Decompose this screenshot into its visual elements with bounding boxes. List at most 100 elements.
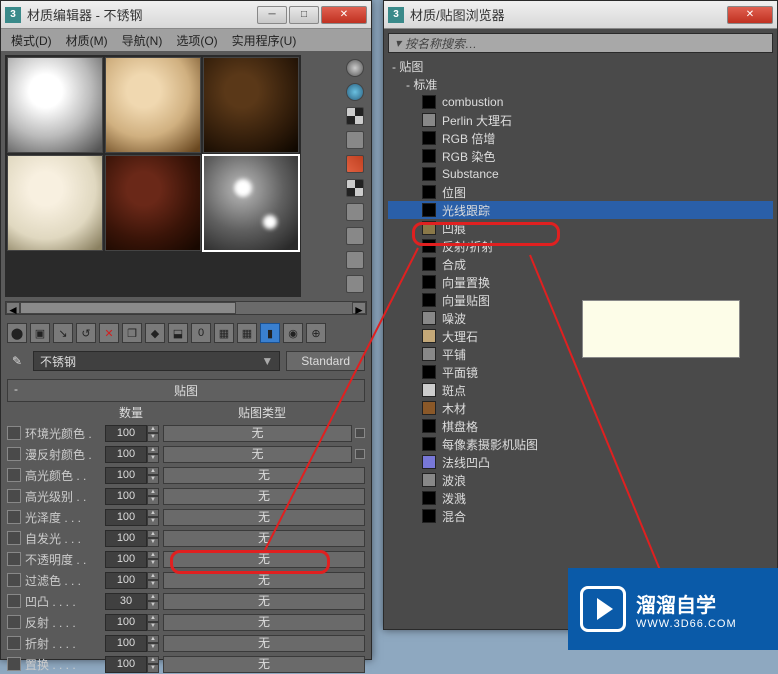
spinner[interactable]: ▲▼ [147,614,159,631]
map-amount-input[interactable]: 100 [105,635,147,652]
sample-cylinder-icon[interactable] [346,83,364,101]
spinner[interactable]: ▲▼ [147,656,159,673]
map-checkbox[interactable] [7,552,21,566]
tree-item[interactable]: 棋盘格 [388,417,773,435]
map-slot-button[interactable]: 无 [163,635,365,652]
map-amount-input[interactable]: 100 [105,425,147,442]
tree-standard[interactable]: - 标准 [388,75,773,93]
spinner[interactable]: ▲▼ [147,488,159,505]
map-amount-input[interactable]: 100 [105,509,147,526]
map-slot-button[interactable]: 无 [163,509,365,526]
menu-options[interactable]: 选项(O) [176,32,217,49]
map-slot-button[interactable]: 无 [163,446,352,463]
map-slot-button[interactable]: 无 [163,530,365,547]
material-slot-4[interactable] [7,155,103,251]
tree-item[interactable]: 向量置换 [388,273,773,291]
tree-item[interactable]: 合成 [388,255,773,273]
map-amount-input[interactable]: 30 [105,593,147,610]
tree-item[interactable]: 凹痕 [388,219,773,237]
map-checkbox[interactable] [7,531,21,545]
map-slot-button[interactable]: 无 [163,467,365,484]
material-slot-5[interactable] [105,155,201,251]
spinner[interactable]: ▲▼ [147,467,159,484]
map-amount-input[interactable]: 100 [105,656,147,673]
tree-item[interactable]: 光线跟踪 [388,201,773,219]
tree-item[interactable]: Substance [388,165,773,183]
dropper-icon[interactable]: ✎ [7,351,27,371]
map-slot-button[interactable]: 无 [163,614,365,631]
tree-item[interactable]: 木材 [388,399,773,417]
map-checkbox[interactable] [7,447,21,461]
make-unique-icon[interactable]: ◆ [145,323,165,343]
map-checkbox[interactable] [7,489,21,503]
effects-icon[interactable]: 0 [191,323,211,343]
tree-item[interactable]: 斑点 [388,381,773,399]
map-checkbox[interactable] [7,573,21,587]
spinner[interactable]: ▲▼ [147,425,159,442]
material-type-button[interactable]: Standard [286,351,365,371]
tree-item[interactable]: 泼溅 [388,489,773,507]
delete-icon[interactable]: ✕ [99,323,119,343]
tree-item[interactable]: RGB 染色 [388,147,773,165]
map-slot-button[interactable]: 无 [163,425,352,442]
spinner[interactable]: ▲▼ [147,572,159,589]
sample-video-icon[interactable] [346,227,364,245]
material-slot-1[interactable] [7,57,103,153]
tree-item[interactable]: 每像素摄影机贴图 [388,435,773,453]
menu-mode[interactable]: 模式(D) [11,32,52,49]
sample-box-icon[interactable] [346,131,364,149]
map-checkbox[interactable] [7,510,21,524]
map-slot-button[interactable]: 无 [163,656,365,673]
put-scene-icon[interactable]: ▣ [30,323,50,343]
go-forward-icon[interactable]: ◉ [283,323,303,343]
search-input[interactable]: ▾ 按名称搜索… [388,33,773,53]
show-map-icon[interactable]: ▦ [214,323,234,343]
tree-item[interactable]: Perlin 大理石 [388,111,773,129]
sample-checker-icon[interactable] [346,107,364,125]
sample-sphere-icon[interactable] [346,59,364,77]
close-button[interactable]: ✕ [727,6,773,24]
show-end-icon[interactable]: ▦ [237,323,257,343]
dropdown-arrow-icon[interactable]: ▼ [261,354,273,368]
menu-material[interactable]: 材质(M) [66,32,108,49]
tree-item[interactable]: 位图 [388,183,773,201]
map-slot-button[interactable]: 无 [163,593,365,610]
map-amount-input[interactable]: 100 [105,467,147,484]
maximize-button[interactable]: □ [289,6,319,24]
map-slot-button[interactable]: 无 [163,488,365,505]
lock-icon[interactable] [355,449,365,459]
menu-nav[interactable]: 导航(N) [122,32,163,49]
map-checkbox[interactable] [7,657,21,671]
map-slot-button[interactable]: 无 [163,572,365,589]
sample-tile-icon[interactable] [346,203,364,221]
map-checkbox[interactable] [7,594,21,608]
spinner[interactable]: ▲▼ [147,446,159,463]
map-amount-input[interactable]: 100 [105,551,147,568]
sample-light-icon[interactable] [346,155,364,173]
map-checkbox[interactable] [7,636,21,650]
assign-icon[interactable]: ↘ [53,323,73,343]
reset-icon[interactable]: ↺ [76,323,96,343]
pick-target-icon[interactable]: ⊕ [306,323,326,343]
lock-icon[interactable] [355,428,365,438]
close-button[interactable]: ✕ [321,6,367,24]
go-parent-icon[interactable]: ▮ [260,323,280,343]
spinner[interactable]: ▲▼ [147,593,159,610]
sample-select-icon[interactable] [346,275,364,293]
menu-utils[interactable]: 实用程序(U) [232,32,297,49]
tree-item[interactable]: 波浪 [388,471,773,489]
tree-root[interactable]: - 贴图 [388,57,773,75]
map-amount-input[interactable]: 100 [105,446,147,463]
map-checkbox[interactable] [7,615,21,629]
minimize-button[interactable]: ─ [257,6,287,24]
put-library-icon[interactable]: ⬓ [168,323,188,343]
tree-item[interactable]: combustion [388,93,773,111]
map-amount-input[interactable]: 100 [105,530,147,547]
spinner[interactable]: ▲▼ [147,509,159,526]
tree-item[interactable]: 平面镜 [388,363,773,381]
map-checkbox[interactable] [7,468,21,482]
spinner[interactable]: ▲▼ [147,530,159,547]
map-slot-button[interactable]: 无 [163,551,365,568]
tree-item[interactable]: RGB 倍增 [388,129,773,147]
samples-scrollbar[interactable]: ◄► [5,301,367,315]
